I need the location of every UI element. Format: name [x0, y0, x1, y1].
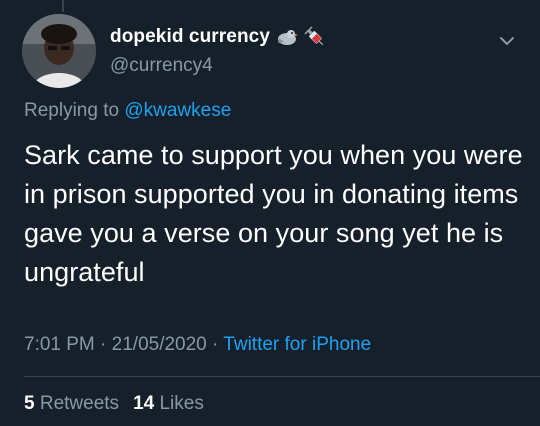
avatar-photo: [22, 14, 96, 88]
retweets-count: 5: [24, 393, 35, 414]
avatar[interactable]: [22, 14, 96, 88]
meta-separator: ·: [100, 334, 107, 355]
pigeon-emoji-icon: [277, 30, 298, 45]
syringe-emoji-icon: [304, 26, 324, 46]
retweets-label: Retweets: [39, 393, 120, 414]
chevron-down-icon[interactable]: [496, 30, 518, 52]
likes-stat[interactable]: 14 Likes: [133, 393, 204, 415]
reply-mention-link[interactable]: @kwawkese: [124, 100, 231, 121]
tweet-time[interactable]: 7:01 PM: [24, 334, 95, 355]
divider: [24, 376, 540, 377]
tweet-source-link[interactable]: Twitter for iPhone: [223, 334, 371, 355]
author-name-row[interactable]: dopekid currency: [110, 26, 326, 48]
tweet-date[interactable]: 21/05/2020: [112, 334, 207, 355]
tweet-meta: 7:01 PM · 21/05/2020 · Twitter for iPhon…: [24, 334, 371, 356]
likes-label: Likes: [159, 393, 204, 414]
author-display-name[interactable]: dopekid currency: [110, 26, 270, 48]
replying-to-line: Replying to @kwawkese: [24, 100, 231, 122]
meta-separator: ·: [212, 334, 219, 355]
retweets-stat[interactable]: 5 Retweets: [24, 393, 119, 415]
tweet-text: Sark came to support you when you were i…: [24, 140, 523, 287]
likes-count: 14: [133, 393, 155, 414]
author-handle[interactable]: @currency4: [110, 55, 213, 77]
tweet-stats: 5 Retweets 14 Likes: [24, 393, 204, 415]
thread-connector-line: [62, 0, 64, 12]
replying-prefix: Replying to: [24, 100, 120, 121]
